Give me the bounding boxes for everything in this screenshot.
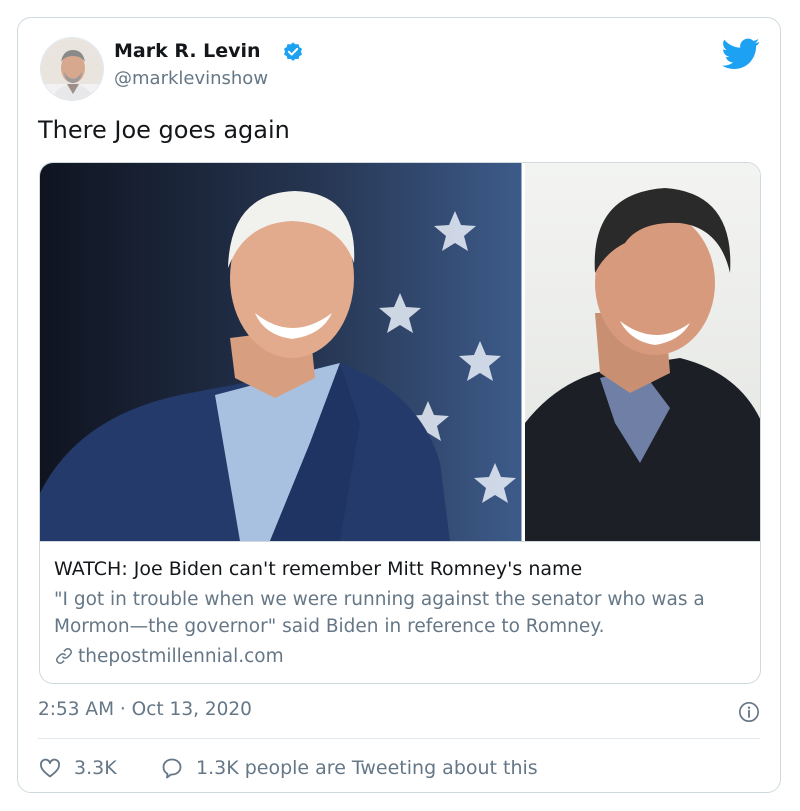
tweet-card[interactable]: Mark R. Levin @marklevinshow There Joe g… — [17, 17, 781, 793]
avatar-photo — [41, 38, 103, 100]
speech-bubble-icon — [162, 758, 182, 779]
avatar[interactable] — [40, 37, 104, 101]
info-icon[interactable] — [738, 701, 760, 723]
link-preview-card[interactable]: WATCH: Joe Biden can't remember Mitt Rom… — [39, 162, 761, 684]
verified-badge-icon — [284, 42, 302, 61]
photo-left — [40, 163, 523, 541]
display-name[interactable]: Mark R. Levin — [114, 40, 261, 62]
heart-icon — [40, 758, 60, 778]
conversation-button[interactable]: 1.3K people are Tweeting about this — [160, 754, 538, 782]
link-card-body[interactable]: WATCH: Joe Biden can't remember Mitt Rom… — [40, 541, 760, 683]
divider — [38, 738, 760, 739]
tweet-timestamp[interactable]: 2:53 AM · Oct 13, 2020 — [38, 699, 252, 720]
tweet-text: There Joe goes again — [38, 116, 290, 144]
twitter-bird-icon[interactable] — [722, 38, 760, 70]
handle[interactable]: @marklevinshow — [114, 68, 268, 89]
link-card-image — [40, 163, 760, 541]
link-card-domain-row[interactable]: thepostmillennial.com — [54, 643, 284, 669]
like-button[interactable]: 3.3K — [38, 754, 117, 782]
photo-right — [525, 163, 760, 541]
link-card-description: "I got in trouble when we were running a… — [54, 589, 705, 637]
link-icon — [56, 648, 72, 664]
link-card-domain: thepostmillennial.com — [78, 645, 284, 667]
conversation-label: 1.3K people are Tweeting about this — [196, 757, 538, 779]
link-card-title[interactable]: WATCH: Joe Biden can't remember Mitt Rom… — [54, 558, 582, 580]
like-count: 3.3K — [74, 757, 117, 779]
